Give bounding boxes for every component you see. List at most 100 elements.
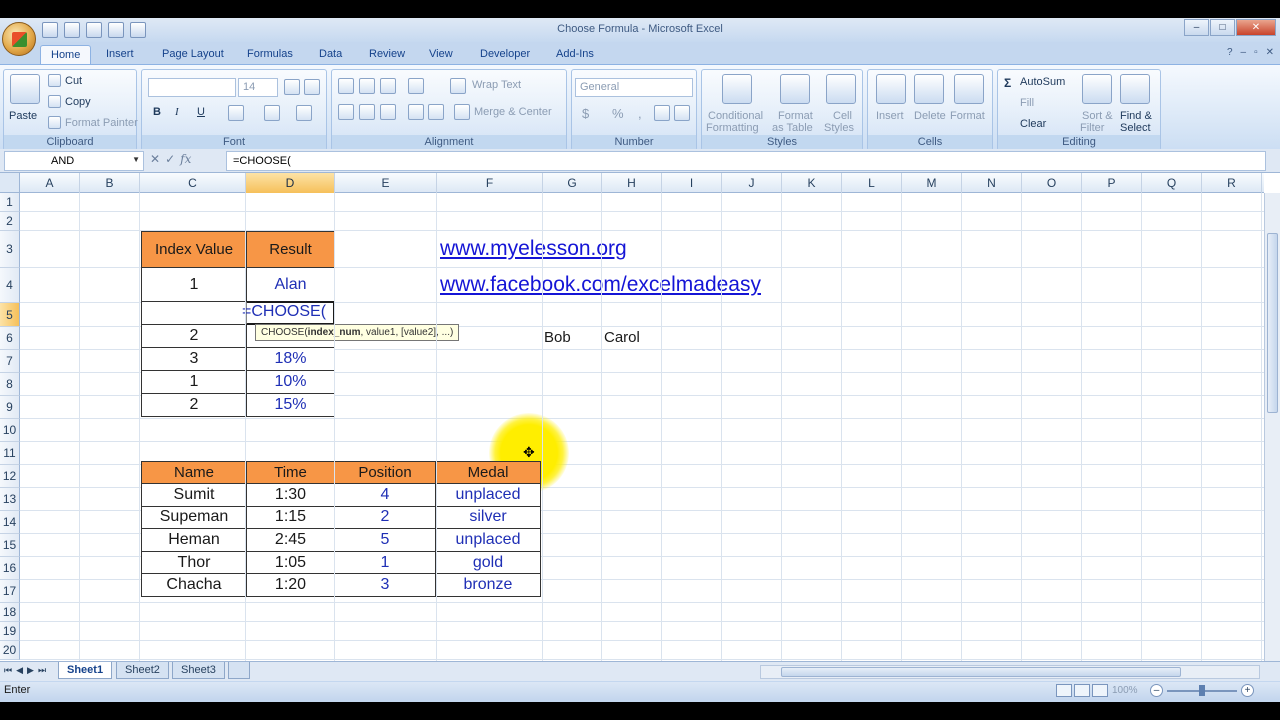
column-header-d[interactable]: D: [246, 173, 335, 193]
decrease-decimal-icon[interactable]: [674, 105, 690, 121]
tab-view[interactable]: View: [419, 45, 463, 64]
column-header-g[interactable]: G: [543, 173, 602, 193]
medal-table-cell[interactable]: bronze: [435, 573, 541, 597]
workbook-close-icon[interactable]: ✕: [1266, 47, 1274, 58]
column-header-l[interactable]: L: [842, 173, 902, 193]
sheet-tab-3[interactable]: Sheet3: [172, 662, 225, 679]
wrap-text-button[interactable]: Wrap Text: [472, 79, 521, 91]
medal-table-cell[interactable]: silver: [435, 505, 541, 530]
row-header-12[interactable]: 12: [0, 465, 20, 488]
zoom-knob[interactable]: [1199, 684, 1205, 696]
row-header-13[interactable]: 13: [0, 488, 20, 511]
select-all-corner[interactable]: [0, 173, 20, 193]
format-painter-button[interactable]: Format Painter: [65, 117, 138, 129]
row-header-11[interactable]: 11: [0, 442, 20, 465]
fill-button[interactable]: Fill: [1020, 97, 1034, 109]
underline-button[interactable]: U: [197, 106, 205, 118]
column-header-n[interactable]: N: [962, 173, 1022, 193]
format-as-table-button[interactable]: Format: [778, 110, 813, 122]
align-middle-icon[interactable]: [359, 78, 375, 94]
increase-indent-icon[interactable]: [428, 104, 444, 120]
maximize-button[interactable]: □: [1210, 19, 1235, 36]
paste-icon[interactable]: [10, 74, 40, 104]
sheet-nav-icons[interactable]: ⏮◀▶⏭: [4, 665, 50, 676]
cell-styles-button[interactable]: Cell: [833, 110, 852, 122]
insert-function-icon[interactable]: fx: [180, 152, 191, 166]
row-header-6[interactable]: 6: [0, 327, 20, 350]
zoom-out-icon[interactable]: –: [1150, 684, 1163, 697]
zoom-in-icon[interactable]: +: [1241, 684, 1254, 697]
column-header-b[interactable]: B: [80, 173, 140, 193]
currency-button[interactable]: $: [582, 106, 589, 121]
column-header-m[interactable]: M: [902, 173, 962, 193]
medal-table-cell[interactable]: 4: [334, 483, 436, 507]
font-name-field[interactable]: [148, 78, 236, 97]
find-select-button[interactable]: Find &: [1120, 110, 1152, 122]
function-tooltip[interactable]: CHOOSE(index_num, value1, [value2], ...): [255, 324, 460, 341]
medal-table-cell[interactable]: Thor: [141, 550, 247, 575]
tab-data[interactable]: Data: [309, 45, 352, 64]
cell-grid[interactable]: Index Value Result 1 Alan 2 3 18% 1 10% …: [20, 193, 1264, 661]
clear-button[interactable]: Clear: [1020, 118, 1046, 130]
tab-add-ins[interactable]: Add-Ins: [546, 45, 604, 64]
medal-table-cell[interactable]: unplaced: [435, 483, 541, 507]
increase-decimal-icon[interactable]: [654, 105, 670, 121]
medal-table-cell[interactable]: 2: [334, 505, 436, 530]
medal-table-cell[interactable]: 1:15: [246, 505, 335, 530]
column-header-j[interactable]: J: [722, 173, 782, 193]
header-result[interactable]: Result: [246, 231, 335, 268]
format-cells-button[interactable]: Format: [950, 110, 985, 122]
medal-table-cell[interactable]: 5: [334, 528, 436, 552]
tab-developer[interactable]: Developer: [470, 45, 540, 64]
row-header-5[interactable]: 5: [0, 303, 20, 327]
align-center-icon[interactable]: [359, 104, 375, 120]
check-icon[interactable]: ✓: [165, 152, 175, 166]
copy-button[interactable]: Copy: [65, 96, 91, 108]
cell-d8[interactable]: 10%: [246, 370, 335, 394]
decrease-indent-icon[interactable]: [408, 104, 424, 120]
column-header-p[interactable]: P: [1082, 173, 1142, 193]
sheet-tab-2[interactable]: Sheet2: [116, 662, 169, 679]
cell-d4[interactable]: Alan: [246, 267, 335, 302]
horizontal-scroll-thumb[interactable]: [781, 667, 1181, 677]
help-icon[interactable]: ?: [1227, 47, 1233, 58]
header-time[interactable]: Time: [246, 461, 335, 484]
header-name[interactable]: Name: [141, 461, 247, 484]
chevron-down-icon[interactable]: ▼: [132, 155, 140, 164]
bold-button[interactable]: B: [153, 106, 161, 118]
tab-home[interactable]: Home: [40, 45, 92, 64]
align-right-icon[interactable]: [380, 104, 396, 120]
sort-filter-button[interactable]: Sort &: [1082, 110, 1113, 122]
column-header-e[interactable]: E: [335, 173, 437, 193]
align-left-icon[interactable]: [338, 104, 354, 120]
link-myelesson[interactable]: www.myelesson.org: [440, 237, 627, 261]
row-header-2[interactable]: 2: [0, 212, 20, 231]
borders-icon[interactable]: [228, 105, 244, 121]
column-header-h[interactable]: H: [602, 173, 662, 193]
row-header-16[interactable]: 16: [0, 557, 20, 580]
header-medal[interactable]: Medal: [435, 461, 541, 484]
align-bottom-icon[interactable]: [380, 78, 396, 94]
sheet-tab-1[interactable]: Sheet1: [58, 662, 113, 679]
insert-sheet-icon[interactable]: [228, 662, 250, 679]
page-break-view-icon[interactable]: [1092, 684, 1108, 697]
row-header-15[interactable]: 15: [0, 534, 20, 557]
row-header-18[interactable]: 18: [0, 603, 20, 622]
tab-formulas[interactable]: Formulas: [237, 45, 303, 64]
conditional-formatting-button[interactable]: Conditional: [708, 110, 763, 122]
medal-table-cell[interactable]: Heman: [141, 528, 247, 552]
name-box[interactable]: AND ▼: [4, 151, 144, 171]
tab-review[interactable]: Review: [359, 45, 415, 64]
grow-font-icon[interactable]: [284, 79, 300, 95]
row-header-7[interactable]: 7: [0, 350, 20, 373]
minimize-button[interactable]: –: [1184, 19, 1209, 36]
italic-button[interactable]: I: [175, 106, 179, 118]
row-header-9[interactable]: 9: [0, 396, 20, 419]
row-header-14[interactable]: 14: [0, 511, 20, 534]
column-header-o[interactable]: O: [1022, 173, 1082, 193]
formula-input[interactable]: =CHOOSE(: [226, 151, 1266, 171]
row-header-19[interactable]: 19: [0, 622, 20, 641]
cell-g6[interactable]: Bob: [544, 329, 571, 346]
tab-insert[interactable]: Insert: [96, 45, 144, 64]
cell-c5[interactable]: [141, 301, 247, 325]
